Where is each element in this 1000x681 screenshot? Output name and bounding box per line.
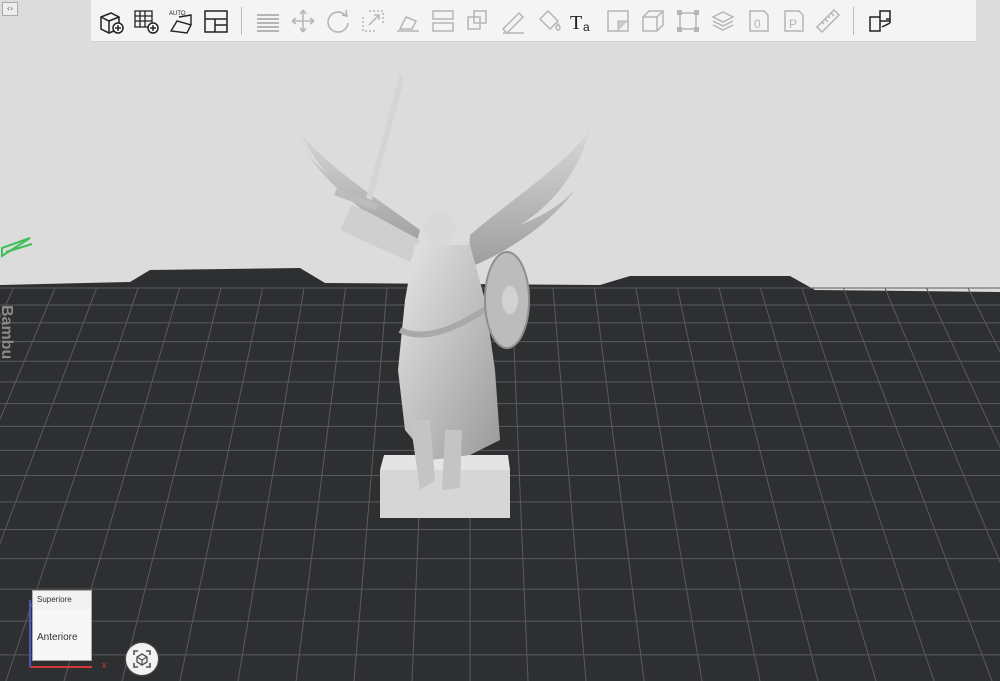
bounding-button[interactable] xyxy=(672,4,703,38)
support-paint-icon xyxy=(501,11,524,34)
add-model-button[interactable] xyxy=(95,4,126,38)
ruler-icon xyxy=(815,8,840,33)
plate-edge-text: Bambu xyxy=(0,305,15,359)
viewcube-top-face[interactable]: Superiore xyxy=(32,590,92,612)
stack-button[interactable] xyxy=(707,4,738,38)
axis-marker xyxy=(1,237,33,258)
layers-button[interactable] xyxy=(252,4,283,38)
svg-text:P: P xyxy=(789,17,797,31)
add-grid-icon xyxy=(133,9,159,34)
split-parts-button[interactable] xyxy=(864,4,895,38)
svg-text:a: a xyxy=(583,20,590,34)
collapse-toggle[interactable]: ‹› xyxy=(2,2,18,16)
paint-bucket-icon xyxy=(538,9,561,31)
add-plate-button[interactable] xyxy=(130,4,161,38)
toolbar-separator xyxy=(853,6,854,35)
object-0-icon: 0 xyxy=(748,9,769,32)
cut-icon xyxy=(431,9,454,32)
svg-text:0: 0 xyxy=(754,17,761,31)
split-parts-icon xyxy=(868,9,891,32)
camera-reset-icon xyxy=(133,650,151,668)
rotate-button[interactable] xyxy=(322,4,353,38)
auto-arrange-button[interactable]: AUTO xyxy=(165,4,196,38)
scale-icon xyxy=(361,9,384,32)
box-icon xyxy=(641,9,664,32)
3d-viewport[interactable]: Bambu xyxy=(0,0,1000,681)
text-button[interactable]: Ta xyxy=(567,4,598,38)
layout-icon xyxy=(203,9,228,33)
color-paint-button[interactable] xyxy=(532,4,563,38)
layout-button[interactable] xyxy=(200,4,231,38)
add-cube-icon xyxy=(99,11,124,34)
bounding-box-icon xyxy=(676,9,699,32)
box-button[interactable] xyxy=(637,4,668,38)
viewcube-front-label: Anteriore xyxy=(37,632,78,643)
svg-text:T: T xyxy=(570,12,582,34)
object-p-button[interactable]: P xyxy=(777,4,808,38)
boolean-icon xyxy=(466,9,487,30)
auto-arrange-icon: AUTO xyxy=(169,11,192,34)
stack-icon xyxy=(710,10,735,31)
measure-corner-button[interactable] xyxy=(602,4,633,38)
viewcube-top-label: Superiore xyxy=(37,595,72,604)
lay-flat-button[interactable] xyxy=(392,4,423,38)
boolean-button[interactable] xyxy=(462,4,493,38)
top-toolbar: AUTO Ta 0 P xyxy=(91,0,976,42)
lay-flat-icon xyxy=(396,15,419,32)
scale-button[interactable] xyxy=(357,4,388,38)
layers-icon xyxy=(256,13,279,32)
viewcube-x-label: x xyxy=(102,660,107,670)
object-0-button[interactable]: 0 xyxy=(742,4,773,38)
corner-icon xyxy=(606,9,629,32)
toolbar-separator xyxy=(241,6,242,35)
rotate-icon xyxy=(326,9,349,33)
viewcube-front-face[interactable]: Anteriore xyxy=(32,610,92,661)
object-p-icon: P xyxy=(783,9,804,32)
cut-button[interactable] xyxy=(427,4,458,38)
ruler-button[interactable] xyxy=(812,4,843,38)
move-button[interactable] xyxy=(287,4,318,38)
viewcube[interactable]: Superiore Anteriore x xyxy=(30,590,107,670)
support-paint-button[interactable] xyxy=(497,4,528,38)
reset-view-button[interactable] xyxy=(126,643,158,675)
text-icon: Ta xyxy=(570,12,590,34)
move-icon xyxy=(291,9,314,32)
